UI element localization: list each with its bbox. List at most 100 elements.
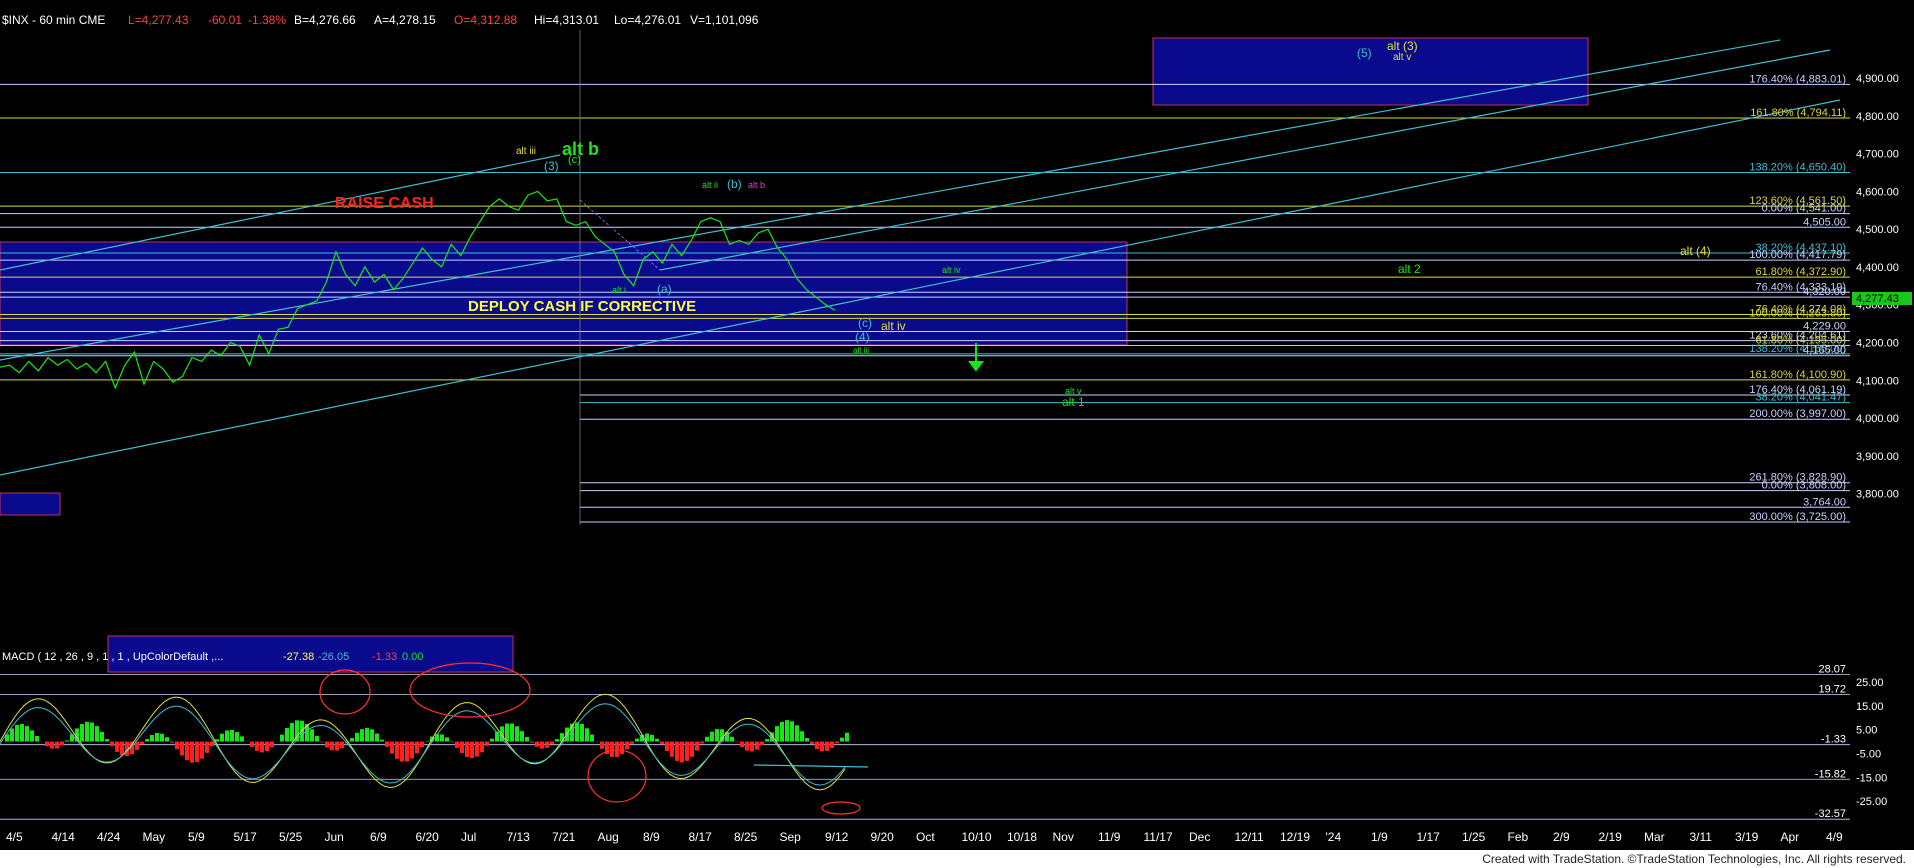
macd-hist-bar <box>845 732 849 742</box>
fib-label: 4,505.00 <box>1803 216 1846 228</box>
macd-hist-bar <box>80 723 84 742</box>
macd-hist-bar <box>180 741 184 756</box>
macd-hist-bar <box>350 738 354 742</box>
low-price: Lo=4,276.01 <box>614 13 681 27</box>
macd-hist-bar <box>800 731 804 742</box>
x-tick: 12/19 <box>1280 830 1310 844</box>
x-tick: 9/12 <box>825 830 849 844</box>
alt-1-label: alt 1 <box>1062 395 1085 409</box>
macd-tick: 5.00 <box>1856 725 1877 737</box>
macd-hist-bar <box>170 741 174 743</box>
last-price-tag-text: 4,277.43 <box>1856 293 1899 305</box>
macd-hist-bar <box>530 741 534 743</box>
macd-hist-bar <box>700 741 704 744</box>
macd-hist-bar <box>840 737 844 742</box>
footer-credit: Created with TradeStation. ©TradeStation… <box>1482 852 1906 866</box>
macd-hist-bar <box>460 741 464 754</box>
x-tick: Nov <box>1053 830 1074 844</box>
macd-hist-bar <box>835 741 839 744</box>
macd-hist-bar <box>695 741 699 751</box>
macd-hist-bar <box>470 741 474 759</box>
macd-hist-bar <box>525 737 529 742</box>
macd-hist-bar <box>35 736 39 742</box>
macd-hist-bar <box>775 726 779 742</box>
macd-hist-bar <box>380 739 384 742</box>
x-tick: 2/19 <box>1599 830 1623 844</box>
x-tick: Apr <box>1781 830 1800 844</box>
price-tick: 3,900.00 <box>1856 451 1899 463</box>
alt-iii-label: alt iii <box>853 346 869 355</box>
fib-label: 100.00% (4,417.79) <box>1749 249 1846 261</box>
macd-hist-bar <box>375 733 379 742</box>
x-tick: Dec <box>1189 830 1210 844</box>
x-tick: 11/17 <box>1144 830 1173 844</box>
macd-hist-bar <box>60 741 64 746</box>
macd-hist-bar <box>715 729 719 742</box>
wave-c-top-label: (c) <box>568 154 581 166</box>
macd-hist-bar <box>260 741 264 753</box>
high-price: Hi=4,313.01 <box>534 13 599 27</box>
price-chart[interactable]: RAISE CASH DEPLOY CASH IF CORRECTIVE alt… <box>0 30 1914 850</box>
deploy-cash-label: DEPLOY CASH IF CORRECTIVE <box>468 298 696 315</box>
x-tick: Jul <box>461 830 476 844</box>
x-tick: 8/25 <box>734 830 758 844</box>
macd-hist-bar <box>610 741 614 757</box>
macd-level-label: 19.72 <box>1818 684 1846 696</box>
macd-hist-bar <box>160 733 164 742</box>
macd-hist-bar <box>265 741 269 752</box>
x-tick: 7/13 <box>507 830 531 844</box>
macd-hist-bar <box>560 733 564 742</box>
macd-hist-bar <box>820 741 824 752</box>
x-tick: 5/9 <box>188 830 205 844</box>
macd-hist-bar <box>365 727 369 742</box>
volume: V=1,101,096 <box>690 13 759 27</box>
macd-hist-bar <box>385 741 389 747</box>
macd-hist-bar <box>15 724 19 742</box>
price-tick: 4,700.00 <box>1856 149 1899 161</box>
macd-hist-bar <box>155 733 159 742</box>
macd-hist-bar <box>765 739 769 742</box>
price-tick: 4,000.00 <box>1856 413 1899 425</box>
macd-hist-bar <box>730 736 734 742</box>
macd-hist-bar <box>270 741 274 748</box>
macd-hist-bar <box>420 741 424 748</box>
x-tick: 4/24 <box>97 830 121 844</box>
macd-hist-bar <box>45 741 49 747</box>
macd-hist-bar <box>320 741 324 743</box>
macd-level-label: -32.57 <box>1815 808 1846 820</box>
macd-hist-bar <box>280 734 284 742</box>
fib-label: 161.80% (4,100.90) <box>1749 369 1846 381</box>
chart-header: $INX - 60 min CME L=4,277.43 -60.01 -1.3… <box>0 0 1914 30</box>
macd-hist-bar <box>285 728 289 742</box>
x-tick: '24 <box>1326 830 1342 844</box>
macd-hist-bar <box>625 741 629 750</box>
macd-hist-bar <box>755 741 759 750</box>
wave-b-label: (b) <box>727 177 742 191</box>
macd-hist-bar <box>825 741 829 751</box>
macd-hist-bar <box>395 741 399 759</box>
macd-hist-bar <box>55 741 59 749</box>
last-price: L=4,277.43 <box>128 13 189 27</box>
macd-hist-bar <box>315 735 319 742</box>
macd-value-3: -1.33 <box>372 651 397 663</box>
fib-label: 176.40% (4,883.01) <box>1749 73 1846 85</box>
macd-hist-bar <box>355 732 359 742</box>
fib-label: 100.00% (4,263.80) <box>1749 307 1846 319</box>
header-svg: $INX - 60 min CME L=4,277.43 -60.01 -1.3… <box>2 13 759 27</box>
macd-tick: 25.00 <box>1856 677 1884 689</box>
price-tick: 3,800.00 <box>1856 489 1899 501</box>
price-change: -60.01 <box>208 13 242 27</box>
macd-tick: -25.00 <box>1856 796 1887 808</box>
x-tick: 1/25 <box>1462 830 1486 844</box>
x-tick: 6/9 <box>370 830 387 844</box>
macd-hist-bar <box>615 741 619 757</box>
x-tick: 5/17 <box>234 830 258 844</box>
x-tick: 11/9 <box>1098 830 1121 844</box>
macd-hist-bar <box>785 720 789 742</box>
macd-hist-bar <box>140 741 144 745</box>
macd-hist-bar <box>250 741 254 747</box>
macd-hist-bar <box>195 741 199 763</box>
macd-hist-bar <box>10 728 14 742</box>
macd-value-2: -26.05 <box>318 651 349 663</box>
macd-hist-bar <box>110 741 114 747</box>
